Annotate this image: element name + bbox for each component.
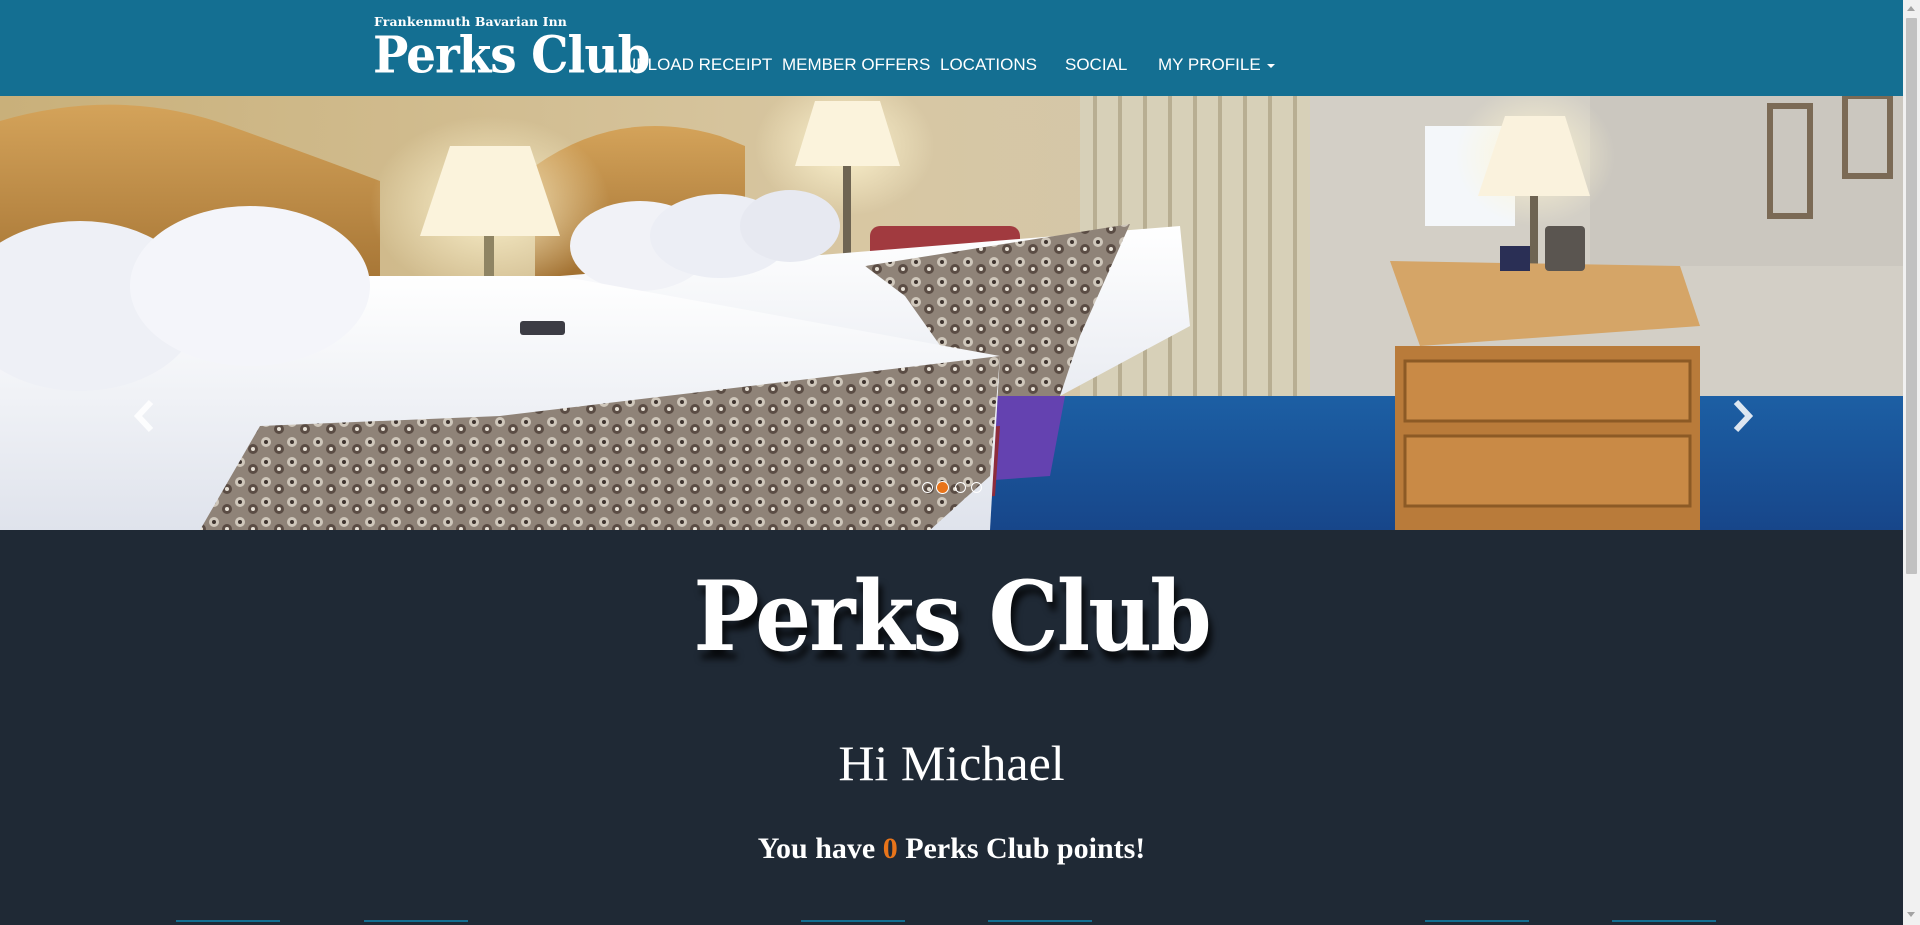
nav-member-offers[interactable]: MEMBER OFFERS xyxy=(782,54,930,76)
card-edge xyxy=(1612,920,1716,922)
nav-my-profile[interactable]: MY PROFILE xyxy=(1158,54,1275,76)
carousel-indicator-2[interactable] xyxy=(936,481,949,494)
greeting-heading: Hi Michael xyxy=(838,735,1065,791)
points-value: 0 xyxy=(882,832,898,865)
card-edge xyxy=(1425,920,1529,922)
brand-logo[interactable]: Frankenmuth Bavarian Inn Perks Club xyxy=(373,12,650,85)
chevron-right-icon xyxy=(1733,399,1754,433)
page-scrollbar[interactable] xyxy=(1903,0,1920,925)
points-suffix: Perks Club points! xyxy=(905,832,1146,865)
perks-club-logo: Perks Club xyxy=(693,558,1211,674)
top-navbar: Frankenmuth Bavarian Inn Perks Club UPLO… xyxy=(0,0,1903,96)
nav-social[interactable]: SOCIAL xyxy=(1065,54,1127,76)
nav-locations[interactable]: LOCATIONS xyxy=(940,54,1037,76)
nav-my-profile-label: MY PROFILE xyxy=(1158,55,1261,74)
hotel-room-image xyxy=(0,96,1903,530)
points-prefix: You have xyxy=(757,832,876,865)
nav-upload-receipt[interactable]: UPLOAD RECEIPT xyxy=(624,54,772,76)
carousel-indicator-1[interactable] xyxy=(922,482,933,493)
hero-carousel xyxy=(0,96,1903,530)
card-edge xyxy=(988,920,1092,922)
carousel-indicator-4[interactable] xyxy=(971,482,982,493)
chevron-left-icon xyxy=(133,399,154,433)
scroll-down-icon[interactable] xyxy=(1907,912,1915,917)
caret-down-icon xyxy=(1266,63,1275,68)
points-summary: You have 0 Perks Club points! xyxy=(0,829,1903,869)
card-edge xyxy=(364,920,468,922)
carousel-prev-button[interactable] xyxy=(130,396,160,436)
card-edge xyxy=(176,920,280,922)
carousel-indicator-3[interactable] xyxy=(955,482,966,493)
scroll-thumb[interactable] xyxy=(1906,18,1917,574)
carousel-next-button[interactable] xyxy=(1727,396,1757,436)
scroll-up-icon[interactable] xyxy=(1907,6,1915,11)
brand-name: Perks Club xyxy=(373,26,650,86)
card-edge xyxy=(801,920,905,922)
